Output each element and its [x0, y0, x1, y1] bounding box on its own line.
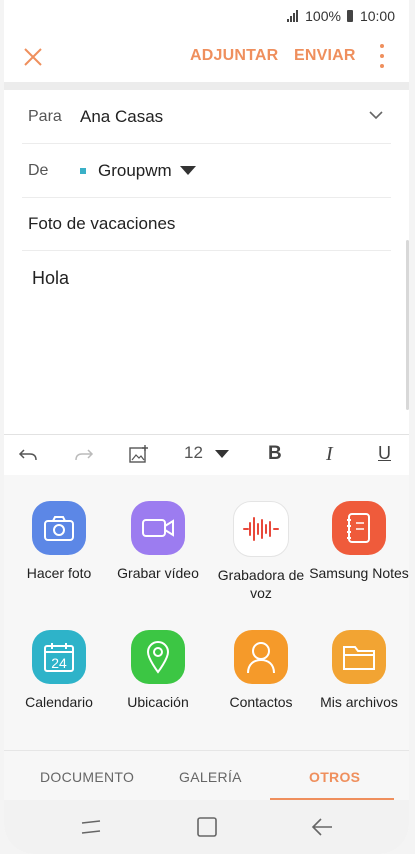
app-mis-archivos[interactable]: Mis archivos [309, 630, 409, 711]
underline-button[interactable]: U [378, 443, 391, 464]
app-label: Grabar vídeo [117, 565, 199, 581]
app-samsung-notes[interactable]: Samsung Notes [309, 501, 409, 582]
from-value[interactable]: Groupwm [98, 161, 172, 181]
italic-button[interactable]: I [326, 443, 333, 466]
subject-field-row[interactable]: Foto de vacaciones [22, 197, 391, 251]
signal-icon [287, 10, 299, 22]
phone-screen: 100% 10:00 ADJUNTAR ENVIAR Para Ana Casa… [4, 0, 409, 854]
close-icon [24, 48, 42, 66]
subject-input[interactable]: Foto de vacaciones [22, 214, 175, 234]
back-icon[interactable] [309, 814, 335, 840]
send-button[interactable]: ENVIAR [294, 47, 356, 65]
app-label: Grabadora de voz [217, 567, 305, 601]
app-contactos[interactable]: Contactos [211, 630, 311, 711]
app-label: Contactos [229, 694, 293, 710]
status-bar: 100% 10:00 [4, 0, 409, 32]
app-label: Calendario [25, 694, 93, 710]
camera-icon [32, 501, 86, 555]
home-icon[interactable] [194, 814, 220, 840]
more-options-button[interactable] [379, 44, 385, 68]
video-camera-icon [131, 501, 185, 555]
app-label: Samsung Notes [309, 565, 409, 581]
app-label: Mis archivos [320, 694, 398, 710]
to-label: Para [28, 107, 62, 125]
close-button[interactable] [18, 42, 48, 72]
account-color-icon [80, 167, 86, 174]
battery-icon [346, 10, 353, 22]
battery-percent: 100% [305, 8, 341, 24]
tab-galeria[interactable]: GALERÍA [179, 769, 242, 785]
calendar-icon: 24 [32, 630, 86, 684]
clock: 10:00 [359, 8, 395, 24]
undo-icon[interactable] [18, 445, 38, 465]
bold-button[interactable]: B [268, 443, 282, 465]
tab-otros[interactable]: OTROS [309, 769, 360, 785]
voice-recorder-icon [233, 501, 289, 557]
app-label: Ubicación [127, 694, 189, 710]
folder-icon [332, 630, 386, 684]
notes-icon [332, 501, 386, 555]
appbar-divider [4, 82, 409, 90]
app-ubicacion[interactable]: Ubicación [108, 630, 208, 711]
chevron-down-icon[interactable] [369, 108, 383, 122]
message-body[interactable]: Hola [32, 268, 69, 289]
app-calendario[interactable]: 24 Calendario [9, 630, 109, 711]
tab-documento[interactable]: DOCUMENTO [40, 769, 134, 785]
calendar-day: 24 [51, 655, 67, 671]
to-field-row[interactable]: Para Ana Casas [22, 90, 391, 144]
system-navigation-bar [4, 800, 409, 854]
font-size-dropdown-icon[interactable] [215, 450, 229, 458]
attach-button[interactable]: ADJUNTAR [190, 47, 278, 65]
recent-apps-icon[interactable] [78, 814, 104, 840]
from-field-row[interactable]: De Groupwm [22, 144, 391, 198]
redo-icon[interactable] [74, 445, 94, 465]
app-grabadora-de-voz[interactable]: Grabadora de voz [211, 501, 311, 602]
attachment-tabs: DOCUMENTO GALERÍA OTROS [4, 750, 409, 801]
insert-image-icon[interactable] [128, 444, 150, 466]
contacts-icon [234, 630, 288, 684]
app-grabar-video[interactable]: Grabar vídeo [108, 501, 208, 582]
compose-app-bar: ADJUNTAR ENVIAR [4, 32, 409, 82]
edge-handle[interactable] [406, 240, 409, 410]
to-value[interactable]: Ana Casas [80, 107, 163, 127]
dropdown-arrow-icon[interactable] [179, 166, 196, 175]
app-label: Hacer foto [26, 565, 92, 581]
font-size-value[interactable]: 12 [184, 443, 203, 463]
from-label: De [28, 161, 49, 179]
app-hacer-foto[interactable]: Hacer foto [9, 501, 109, 582]
location-pin-icon [131, 630, 185, 684]
formatting-toolbar: 12 B I U [4, 434, 409, 476]
